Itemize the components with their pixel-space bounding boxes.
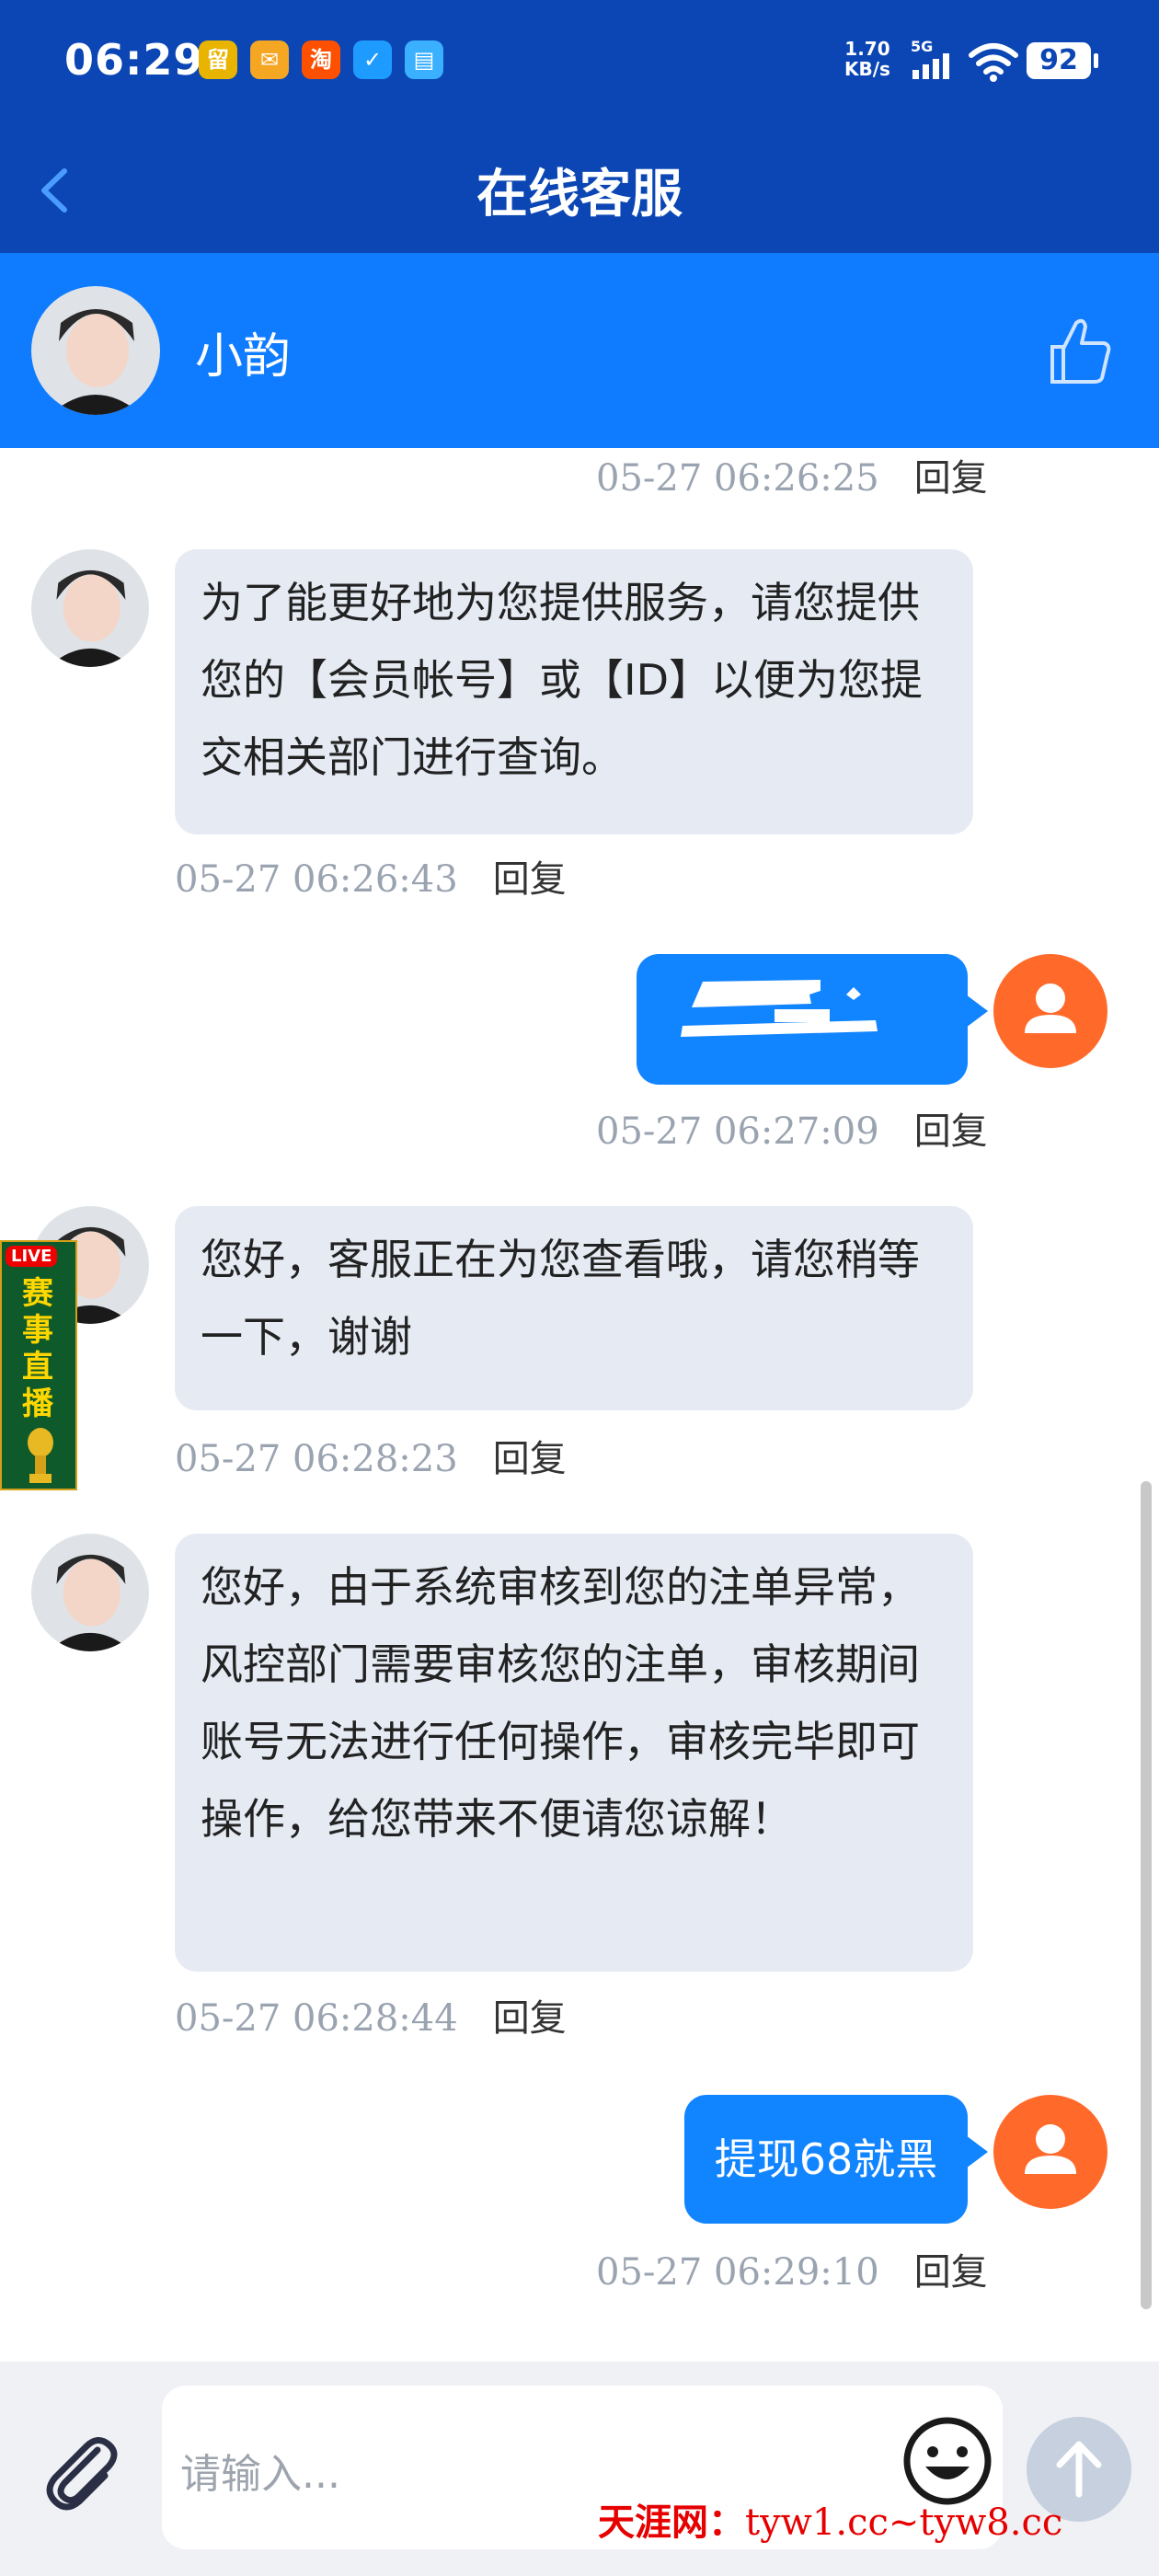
reply-button[interactable]: 回复 bbox=[493, 858, 567, 901]
message-meta: 05-27 06:27:09 回复 bbox=[596, 1101, 988, 1155]
watermark: 天涯网：tyw1.cc~tyw8.cc bbox=[598, 2492, 1062, 2546]
live-ad-text: 赛事直播 bbox=[22, 1275, 53, 1422]
message-time: 05-27 06:28:23 bbox=[175, 1438, 458, 1480]
reply-button[interactable]: 回复 bbox=[914, 1110, 988, 1153]
app-notification-icon: ✓ bbox=[353, 40, 392, 79]
thumbs-up-icon[interactable] bbox=[1047, 314, 1113, 387]
trophy-icon bbox=[28, 1428, 53, 1483]
message-time: 05-27 06:26:25 bbox=[596, 457, 879, 500]
agent-avatar bbox=[31, 1534, 149, 1651]
user-icon bbox=[1025, 2124, 1076, 2174]
taobao-notification-icon: 淘 bbox=[302, 40, 340, 79]
battery-indicator: 92 bbox=[1027, 42, 1098, 79]
reply-button[interactable]: 回复 bbox=[914, 2251, 988, 2294]
signal-icon: 5G bbox=[911, 38, 949, 79]
message-meta: 05-27 06:28:44 回复 bbox=[175, 1988, 567, 2041]
mail-notification-icon: ✉ bbox=[250, 40, 289, 79]
message-time: 05-27 06:26:43 bbox=[175, 858, 458, 901]
chat-scrollbar[interactable] bbox=[1141, 1481, 1152, 2309]
message-meta: 05-27 06:29:10 回复 bbox=[596, 2242, 988, 2295]
reply-button[interactable]: 回复 bbox=[493, 1438, 567, 1480]
wifi-icon bbox=[969, 43, 1018, 82]
status-bar: 06:29 留 ✉ 淘 ✓ ▤ 1.70 KB/s 5G 92 bbox=[0, 0, 1159, 129]
page-title: 在线客服 bbox=[476, 165, 683, 224]
nav-bar: 在线客服 bbox=[0, 129, 1159, 253]
watermark-url: tyw1.cc~tyw8.cc bbox=[745, 2501, 1063, 2544]
app-notification-icon: 留 bbox=[199, 40, 237, 79]
input-placeholder: 请输入... bbox=[180, 2451, 340, 2498]
message-meta: 05-27 06:26:25 回复 bbox=[596, 448, 988, 501]
agent-name: 小韵 bbox=[195, 329, 292, 385]
network-speed-value: 1.70 bbox=[844, 38, 890, 60]
wallet-notification-icon: ▤ bbox=[405, 40, 443, 79]
user-message-bubble bbox=[637, 954, 988, 1085]
network-type: 5G bbox=[911, 38, 933, 55]
user-message-bubble: 提现68就黑 bbox=[684, 2095, 988, 2224]
network-speed-unit: KB/s bbox=[844, 58, 890, 80]
message-time: 05-27 06:29:10 bbox=[596, 2251, 879, 2294]
user-icon bbox=[1025, 983, 1076, 1033]
message-time: 05-27 06:27:09 bbox=[596, 1110, 879, 1153]
message-time: 05-27 06:28:44 bbox=[175, 1997, 458, 2040]
notification-icons: 留 ✉ 淘 ✓ ▤ bbox=[199, 40, 443, 79]
reply-button[interactable]: 回复 bbox=[914, 457, 988, 500]
agent-header: 小韵 bbox=[0, 253, 1159, 448]
chat-area[interactable]: 05-27 06:26:25 回复 为了能更好地为您提供服务，请您提供您的【会员帐… bbox=[0, 448, 1159, 2362]
agent-avatar bbox=[31, 549, 149, 667]
agent-message-bubble: 您好，客服正在为您查看哦，请您稍等一下，谢谢 bbox=[175, 1206, 973, 1410]
status-time: 06:29 bbox=[64, 35, 204, 85]
agent-avatar bbox=[31, 286, 160, 415]
redacted-content bbox=[681, 980, 878, 1037]
live-stream-ad[interactable]: LIVE 赛事直播 bbox=[0, 1240, 77, 1490]
watermark-brand: 天涯网： bbox=[598, 2501, 745, 2544]
agent-message-bubble: 为了能更好地为您提供服务，请您提供您的【会员帐号】或【ID】以便为您提交相关部门… bbox=[175, 549, 973, 834]
paperclip-icon[interactable] bbox=[37, 2426, 129, 2518]
input-bar: 请输入... 天涯网：tyw1.cc~tyw8.cc bbox=[0, 2362, 1159, 2576]
network-speed: 1.70 KB/s bbox=[844, 39, 890, 79]
user-avatar bbox=[993, 2095, 1107, 2209]
live-badge: LIVE bbox=[6, 1246, 58, 1267]
reply-button[interactable]: 回复 bbox=[493, 1997, 567, 2040]
user-avatar bbox=[993, 954, 1107, 1068]
message-meta: 05-27 06:28:23 回复 bbox=[175, 1429, 567, 1482]
agent-message-bubble: 您好，由于系统审核到您的注单异常，风控部门需要审核您的注单，审核期间账号无法进行… bbox=[175, 1534, 973, 1972]
message-meta: 05-27 06:26:43 回复 bbox=[175, 849, 567, 903]
